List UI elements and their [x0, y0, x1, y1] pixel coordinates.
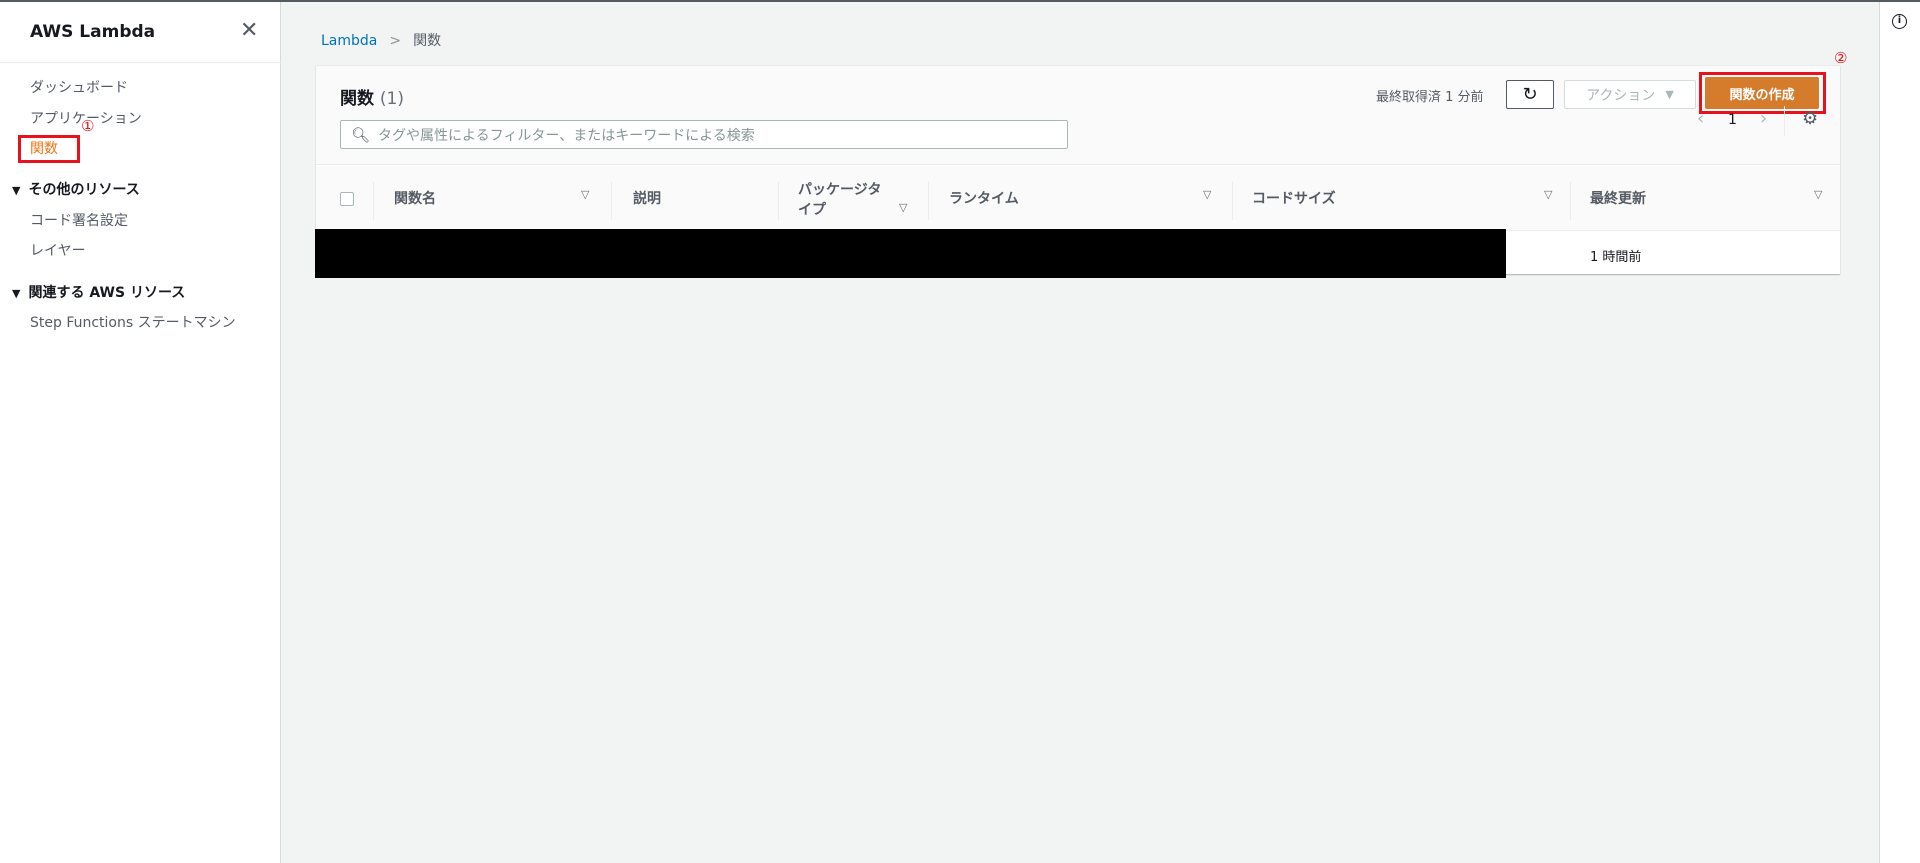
refresh-button[interactable]: ↻: [1506, 80, 1554, 109]
breadcrumb-lambda[interactable]: Lambda: [321, 33, 377, 49]
sidebar-item-step-functions[interactable]: Step Functions ステートマシン: [30, 312, 236, 332]
column-runtime[interactable]: ランタイム: [949, 188, 1019, 208]
section-related-aws[interactable]: ▼ 関連する AWS リソース: [12, 282, 185, 302]
sidebar-item-layers[interactable]: レイヤー: [30, 240, 86, 260]
search-input[interactable]: 🔍︎ タグや属性によるフィルター、またはキーワードによる検索: [340, 120, 1068, 149]
redacted-area: [315, 229, 1506, 278]
panel-title: 関数 (1): [340, 89, 405, 109]
column-function-name[interactable]: 関数名: [394, 188, 436, 208]
sidebar: AWS Lambda ✕ ダッシュボード アプリケーション ① 関数 ▼ その他の…: [0, 2, 281, 863]
search-icon: 🔍︎: [351, 125, 371, 144]
divider: [1784, 106, 1785, 136]
function-count: (1): [379, 89, 405, 109]
prev-page-icon[interactable]: ‹: [1697, 108, 1704, 129]
sidebar-item-code-signing[interactable]: コード署名設定: [30, 210, 128, 230]
last-fetched: 最終取得済 1 分前: [1376, 90, 1484, 105]
sidebar-title: AWS Lambda: [30, 22, 156, 42]
search-placeholder: タグや属性によるフィルター、またはキーワードによる検索: [378, 127, 755, 144]
sort-icon[interactable]: ▽: [899, 201, 907, 214]
info-icon[interactable]: i: [1892, 14, 1907, 29]
next-page-icon[interactable]: ›: [1760, 108, 1767, 129]
actions-button[interactable]: アクション ▼: [1564, 80, 1696, 109]
section-other-resources[interactable]: ▼ その他のリソース: [12, 179, 140, 199]
divider: [0, 62, 281, 63]
breadcrumb: Lambda > 関数: [321, 30, 441, 50]
table-row-last-modified: 1 時間前: [1590, 250, 1642, 265]
chevron-right-icon: >: [389, 33, 402, 49]
table-header: 関数名 ▽ 説明 パッケージタイプ ▽ ランタイム ▽ コードサイズ ▽ 最終更…: [316, 166, 1840, 231]
caret-down-icon: ▼: [12, 287, 21, 300]
sort-icon[interactable]: ▽: [1203, 188, 1211, 201]
column-package-type[interactable]: パッケージタイプ: [798, 180, 893, 220]
sidebar-item-functions[interactable]: 関数: [30, 138, 58, 158]
sort-icon[interactable]: ▽: [1814, 188, 1822, 201]
gear-icon[interactable]: ⚙: [1802, 108, 1818, 129]
annotation-marker-1: ①: [81, 117, 95, 135]
create-function-button[interactable]: 関数の作成: [1705, 77, 1819, 109]
help-panel-strip: i: [1879, 2, 1920, 863]
sort-icon[interactable]: ▽: [1544, 188, 1552, 201]
column-last-modified[interactable]: 最終更新: [1590, 188, 1646, 208]
sort-icon[interactable]: ▽: [581, 188, 589, 201]
column-code-size[interactable]: コードサイズ: [1252, 188, 1336, 208]
refresh-icon: ↻: [1522, 84, 1538, 105]
breadcrumb-current: 関数: [413, 33, 442, 49]
close-icon[interactable]: ✕: [240, 18, 258, 43]
column-description[interactable]: 説明: [633, 188, 661, 208]
page-number[interactable]: 1: [1728, 112, 1737, 128]
caret-down-icon: ▼: [12, 184, 21, 197]
annotation-marker-2: ②: [1834, 49, 1848, 67]
caret-down-icon: ▼: [1665, 88, 1674, 101]
sidebar-item-dashboard[interactable]: ダッシュボード: [30, 77, 128, 97]
panel-header: 関数 (1) 🔍︎ タグや属性によるフィルター、またはキーワードによる検索 最終取…: [316, 49, 1847, 165]
select-all-checkbox[interactable]: [340, 192, 354, 206]
